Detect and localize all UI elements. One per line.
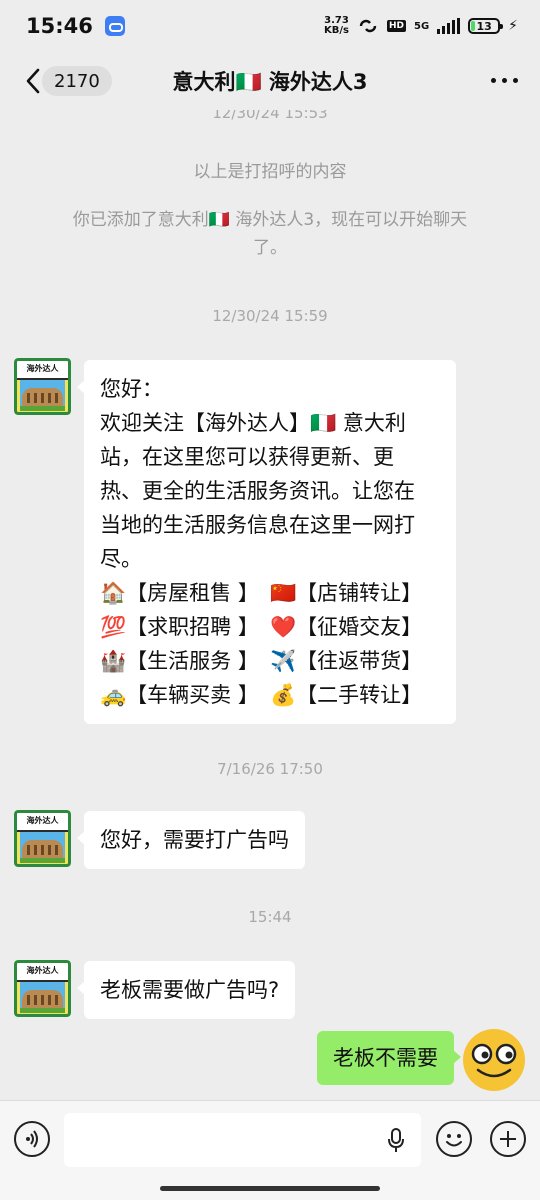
- chat-header: 2170 意大利🇮🇹 海外达人3: [0, 52, 540, 110]
- input-bar: [0, 1100, 540, 1200]
- message-bubble-welcome[interactable]: 您好： 欢迎关注【海外达人】🇮🇹 意大利 站，在这里您可以获得更新、更 热、更全…: [77, 360, 456, 724]
- network-speed: 3.73 KB/s: [323, 15, 349, 36]
- voice-icon: [26, 1130, 38, 1148]
- microphone-icon[interactable]: [387, 1128, 405, 1154]
- home-indicator[interactable]: [160, 1186, 380, 1191]
- message-bubble[interactable]: 您好，需要打广告吗: [77, 811, 305, 869]
- chat-messages[interactable]: 12/30/24 15:53 以上是打招呼的内容 你已添加了意大利🇮🇹 海外达人…: [0, 110, 540, 1100]
- contact-avatar[interactable]: 海外达人: [14, 960, 71, 1017]
- service-row: 🏰【生活服务 】 ✈️【往返带货】: [100, 649, 423, 673]
- more-actions-plus-button[interactable]: [490, 1121, 526, 1157]
- dot-icon: [502, 78, 507, 83]
- service-row: 💯【求职招聘 】 ❤️【征婚交友】: [100, 615, 423, 639]
- timestamp: 12/30/24 15:53: [212, 110, 328, 122]
- timestamp: 7/16/26 17:50: [217, 760, 323, 778]
- contact-avatar[interactable]: 海外达人: [14, 810, 71, 867]
- voice-toggle-button[interactable]: [14, 1121, 50, 1157]
- status-bar: 15:46 3.73 KB/s HD 5G 13 ⚡: [0, 0, 540, 52]
- timestamp: 12/30/24 15:59: [212, 307, 328, 325]
- status-time: 15:46: [26, 14, 93, 38]
- system-message-added: 你已添加了意大利🇮🇹 海外达人3，现在可以开始聊天 了。: [72, 210, 468, 258]
- contact-avatar[interactable]: 海外达人: [14, 358, 71, 415]
- charging-icon: ⚡: [508, 18, 518, 34]
- message-bubble[interactable]: 老板需要做广告吗?: [76, 961, 296, 1019]
- hd-icon: HD: [386, 20, 406, 32]
- hotspot-icon: [359, 19, 377, 33]
- message-input[interactable]: [64, 1113, 421, 1167]
- service-row: 🏠【房屋租售 】 🇨🇳【店铺转让】: [100, 581, 423, 605]
- link-app-icon: [104, 16, 125, 36]
- dot-icon: [513, 78, 518, 83]
- smiley-icon: [446, 1134, 462, 1147]
- battery-icon: 13: [468, 18, 504, 34]
- emoji-button[interactable]: [436, 1121, 472, 1157]
- signal-icon: [437, 18, 461, 34]
- timestamp: 15:44: [248, 908, 292, 926]
- dot-icon: [491, 78, 496, 83]
- system-message: 以上是打招呼的内容: [193, 162, 347, 182]
- my-avatar[interactable]: [462, 1028, 526, 1092]
- chat-title: 意大利🇮🇹 海外达人3: [172, 70, 368, 94]
- service-row: 🚕【车辆买卖 】 💰【二手转让】: [100, 683, 423, 707]
- signal-label: 5G: [413, 20, 430, 32]
- more-options-button[interactable]: [491, 78, 518, 83]
- my-message-bubble[interactable]: 老板不需要: [317, 1031, 461, 1085]
